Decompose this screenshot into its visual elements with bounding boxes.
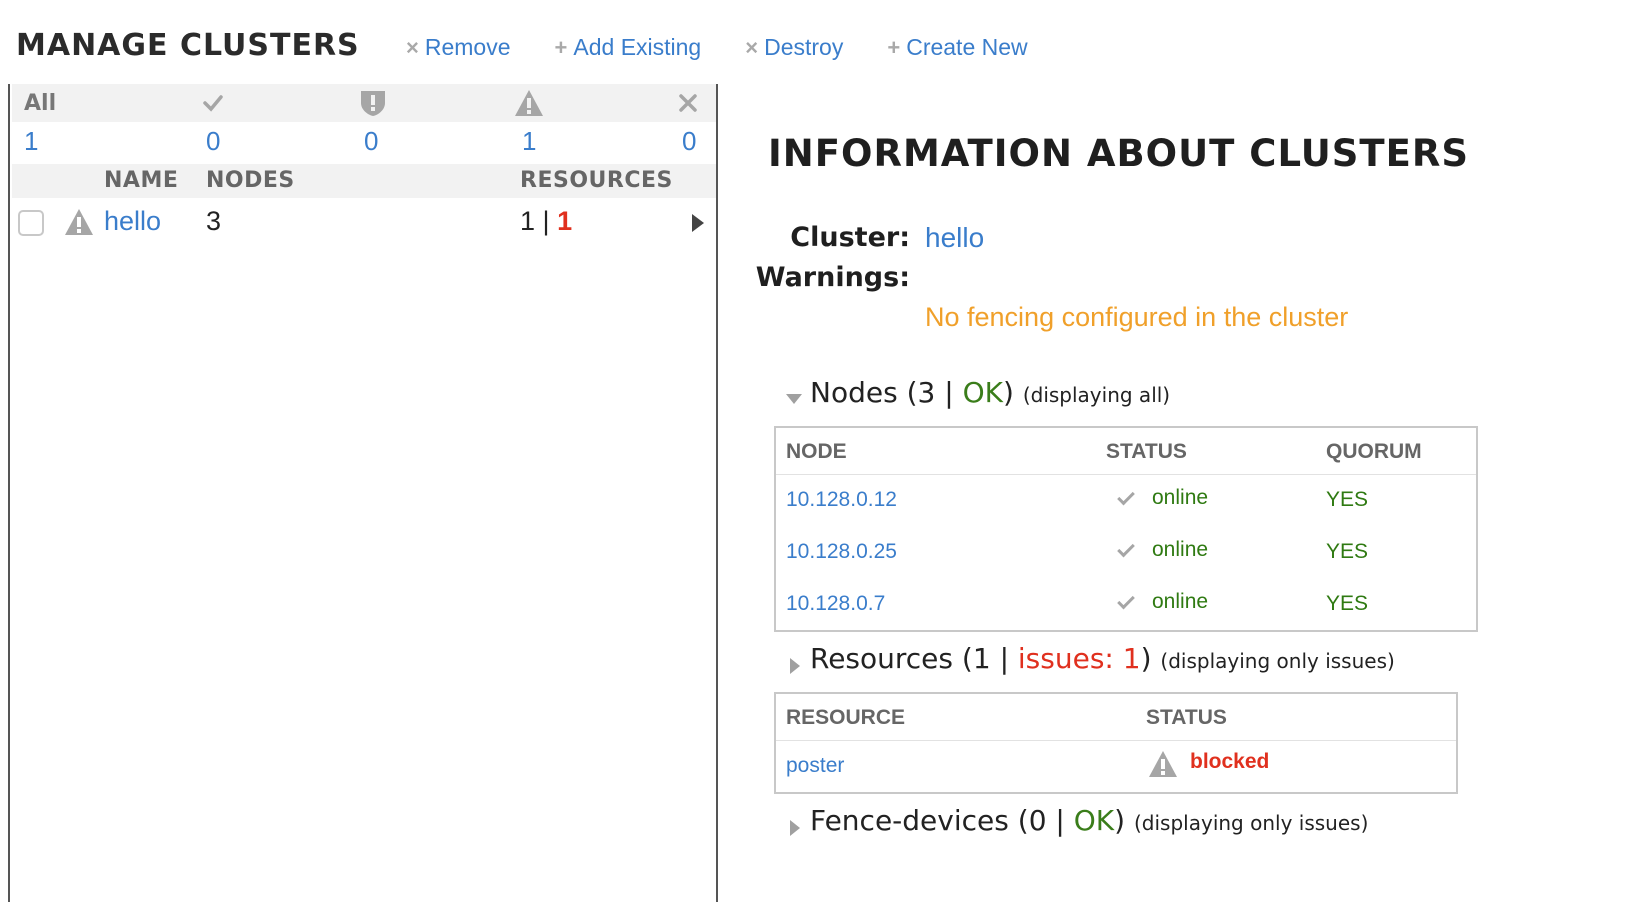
destroy-button[interactable]: × Destroy <box>745 34 843 61</box>
column-name: NAME <box>104 168 179 193</box>
table-header-divider <box>776 740 1456 741</box>
node-link[interactable]: 10.128.0.25 <box>786 540 897 564</box>
resources-section-toggle[interactable]: Resources (1 | issues: 1) (displaying on… <box>810 642 1395 675</box>
cluster-actions-toolbar: × Remove + Add Existing × Destroy + Crea… <box>406 34 1072 61</box>
warning-icon <box>65 209 93 235</box>
column-resources: RESOURCES <box>520 168 673 193</box>
resources-paren-open: ( <box>961 642 973 675</box>
close-icon: × <box>745 34 759 60</box>
resources-table: RESOURCE STATUS poster blocked <box>774 692 1458 794</box>
count-warning[interactable]: 1 <box>522 126 536 157</box>
node-quorum: YES <box>1326 540 1369 563</box>
close-icon <box>679 94 697 112</box>
fence-status: OK <box>1073 804 1115 837</box>
plus-icon: + <box>887 34 901 60</box>
add-existing-label: Add Existing <box>573 34 702 60</box>
resources-total: 1 <box>520 206 536 236</box>
nodes-status: OK <box>962 376 1003 409</box>
column-resource: RESOURCE <box>786 706 906 729</box>
nodes-paren-open: ( <box>906 376 918 409</box>
node-status: online <box>1152 486 1209 509</box>
resources-sep: | <box>990 642 1018 675</box>
node-quorum: YES <box>1326 488 1369 511</box>
resources-display-note: (displaying only issues) <box>1160 649 1395 673</box>
fence-section-label: Fence-devices <box>810 804 1009 837</box>
collapse-nodes-icon[interactable] <box>786 394 802 404</box>
remove-button[interactable]: × Remove <box>406 34 511 61</box>
column-status: STATUS <box>1106 440 1187 463</box>
nodes-display-note: (displaying all) <box>1022 383 1171 407</box>
nodes-section-label: Nodes <box>810 376 898 409</box>
check-icon <box>1117 487 1135 506</box>
check-icon <box>1117 591 1135 610</box>
filter-all[interactable]: All <box>24 84 56 122</box>
cluster-name-value[interactable]: hello <box>925 222 984 254</box>
filter-ok[interactable] <box>202 84 224 122</box>
node-status: online <box>1152 590 1209 613</box>
nodes-table: NODE STATUS QUORUM 10.128.0.12 online YE… <box>774 426 1478 632</box>
warning-message: No fencing configured in the cluster <box>925 302 1349 332</box>
expand-row-arrow-icon[interactable] <box>692 214 704 232</box>
filter-unknown[interactable] <box>678 84 698 122</box>
column-node: NODE <box>786 440 847 463</box>
nodes-sep: | <box>935 376 963 409</box>
resources-issues: issues: 1 <box>1017 642 1141 675</box>
create-new-label: Create New <box>906 34 1028 60</box>
warnings-label: Warnings: <box>755 262 910 293</box>
expand-fence-devices-icon[interactable] <box>790 820 800 836</box>
node-quorum: YES <box>1326 592 1369 615</box>
plus-icon: + <box>554 34 568 60</box>
resources-paren-close: ) <box>1140 642 1152 675</box>
column-quorum: QUORUM <box>1326 440 1422 463</box>
node-status: online <box>1152 538 1209 561</box>
warning-icon <box>1149 751 1177 777</box>
fence-paren-close: ) <box>1114 804 1126 837</box>
create-new-button[interactable]: + Create New <box>887 34 1027 61</box>
add-existing-button[interactable]: + Add Existing <box>555 34 702 61</box>
resources-section-label: Resources <box>810 642 953 675</box>
cluster-nodes-count: 3 <box>206 206 222 236</box>
count-unknown[interactable]: 0 <box>682 126 696 157</box>
filter-error[interactable] <box>360 84 386 122</box>
resource-link[interactable]: poster <box>786 754 844 778</box>
fence-count: 0 <box>1028 804 1047 837</box>
column-nodes: NODES <box>206 168 295 193</box>
remove-label: Remove <box>424 34 511 60</box>
destroy-label: Destroy <box>764 34 844 60</box>
fence-paren-open: ( <box>1017 804 1029 837</box>
count-all[interactable]: 1 <box>24 126 38 157</box>
filter-warning[interactable] <box>514 84 544 122</box>
shield-alert-icon <box>361 91 385 116</box>
close-icon: × <box>406 34 419 60</box>
resources-issues: 1 <box>557 206 573 236</box>
info-title: INFORMATION ABOUT CLUSTERS <box>768 132 1470 175</box>
nodes-count: 3 <box>917 376 936 409</box>
cluster-name-link[interactable]: hello <box>104 206 161 237</box>
node-link[interactable]: 10.128.0.7 <box>786 592 885 616</box>
count-error[interactable]: 0 <box>364 126 378 157</box>
cluster-label: Cluster: <box>790 222 910 253</box>
check-icon <box>203 95 223 112</box>
node-link[interactable]: 10.128.0.12 <box>786 488 897 512</box>
expand-resources-icon[interactable] <box>790 658 800 674</box>
check-icon <box>1117 539 1135 558</box>
row-checkbox[interactable] <box>18 210 44 236</box>
resources-count: 1 <box>972 642 991 675</box>
fence-display-note: (displaying only issues) <box>1134 811 1369 835</box>
column-status: STATUS <box>1146 706 1227 729</box>
fence-sep: | <box>1046 804 1074 837</box>
cluster-list-panel: All 1 0 0 1 0 NAME NODES RESOURCES hello… <box>8 84 718 902</box>
nodes-paren-close: ) <box>1002 376 1014 409</box>
count-ok[interactable]: 0 <box>206 126 220 157</box>
page-title: MANAGE CLUSTERS <box>16 28 360 63</box>
table-header-divider <box>776 474 1476 475</box>
warning-icon <box>515 90 543 116</box>
cluster-resources: 1 | 1 <box>520 206 572 237</box>
nodes-section-toggle[interactable]: Nodes (3 | OK) (displaying all) <box>810 376 1170 409</box>
resources-separator: | <box>542 206 550 236</box>
fence-devices-section-toggle[interactable]: Fence-devices (0 | OK) (displaying only … <box>810 804 1368 837</box>
resource-status: blocked <box>1190 750 1270 773</box>
